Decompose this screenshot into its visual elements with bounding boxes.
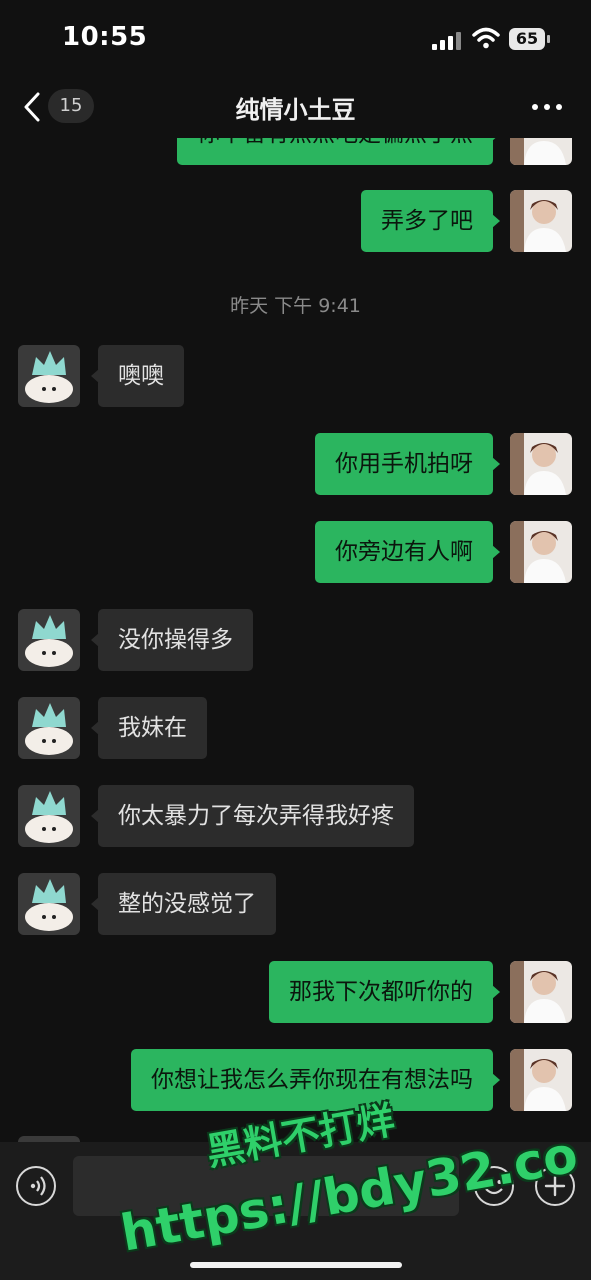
signal-icon [432, 30, 462, 50]
avatar-self[interactable] [510, 1049, 572, 1111]
message-timestamp: 昨天 下午 9:41 [230, 295, 361, 317]
message-bubble-received[interactable]: 你太暴力了每次弄得我好疼 [91, 785, 414, 847]
status-bar: 10:55 65 [0, 0, 591, 80]
avatar-self[interactable] [510, 138, 572, 165]
message-bubble-sent[interactable]: 弄多了吧 [361, 190, 500, 252]
home-indicator[interactable] [190, 1262, 402, 1268]
more-dots-icon[interactable] [532, 104, 564, 112]
message-bubble-received[interactable]: 我妹在 [91, 697, 207, 759]
status-time: 10:55 [62, 22, 148, 52]
avatar-self[interactable] [510, 521, 572, 583]
message-bubble-sent[interactable]: 那我下次都听你的 [269, 961, 500, 1023]
message-bubble-received[interactable]: 没你操得多 [91, 609, 253, 671]
chat-header: 15 纯情小土豆 [0, 80, 591, 138]
avatar-contact[interactable] [18, 609, 80, 671]
avatar-contact[interactable] [18, 697, 80, 759]
message-bubble-sent[interactable]: 你用手机拍呀 [315, 433, 500, 495]
message-list[interactable]: 你不留有点点吧是偏点了点 弄多了吧 昨天 下午 9:41 噢噢 你用手机拍呀 你… [0, 138, 591, 1142]
avatar-contact[interactable] [18, 785, 80, 847]
chat-title: 纯情小土豆 [235, 96, 356, 124]
message-bubble-sent[interactable]: 你旁边有人啊 [315, 521, 500, 583]
avatar-self[interactable] [510, 190, 572, 252]
message-bubble-received[interactable]: 噢噢 [91, 345, 184, 407]
message-bubble-received[interactable]: 整的没感觉了 [91, 873, 276, 935]
wifi-icon [472, 27, 500, 49]
battery-indicator: 65 [509, 28, 550, 50]
voice-icon[interactable] [16, 1166, 56, 1206]
avatar-contact[interactable] [18, 345, 80, 407]
avatar-self[interactable] [510, 433, 572, 495]
avatar-contact[interactable] [18, 873, 80, 935]
message-bubble-sent[interactable]: 你不留有点点吧是偏点了点 [177, 138, 500, 165]
avatar-self[interactable] [510, 961, 572, 1023]
